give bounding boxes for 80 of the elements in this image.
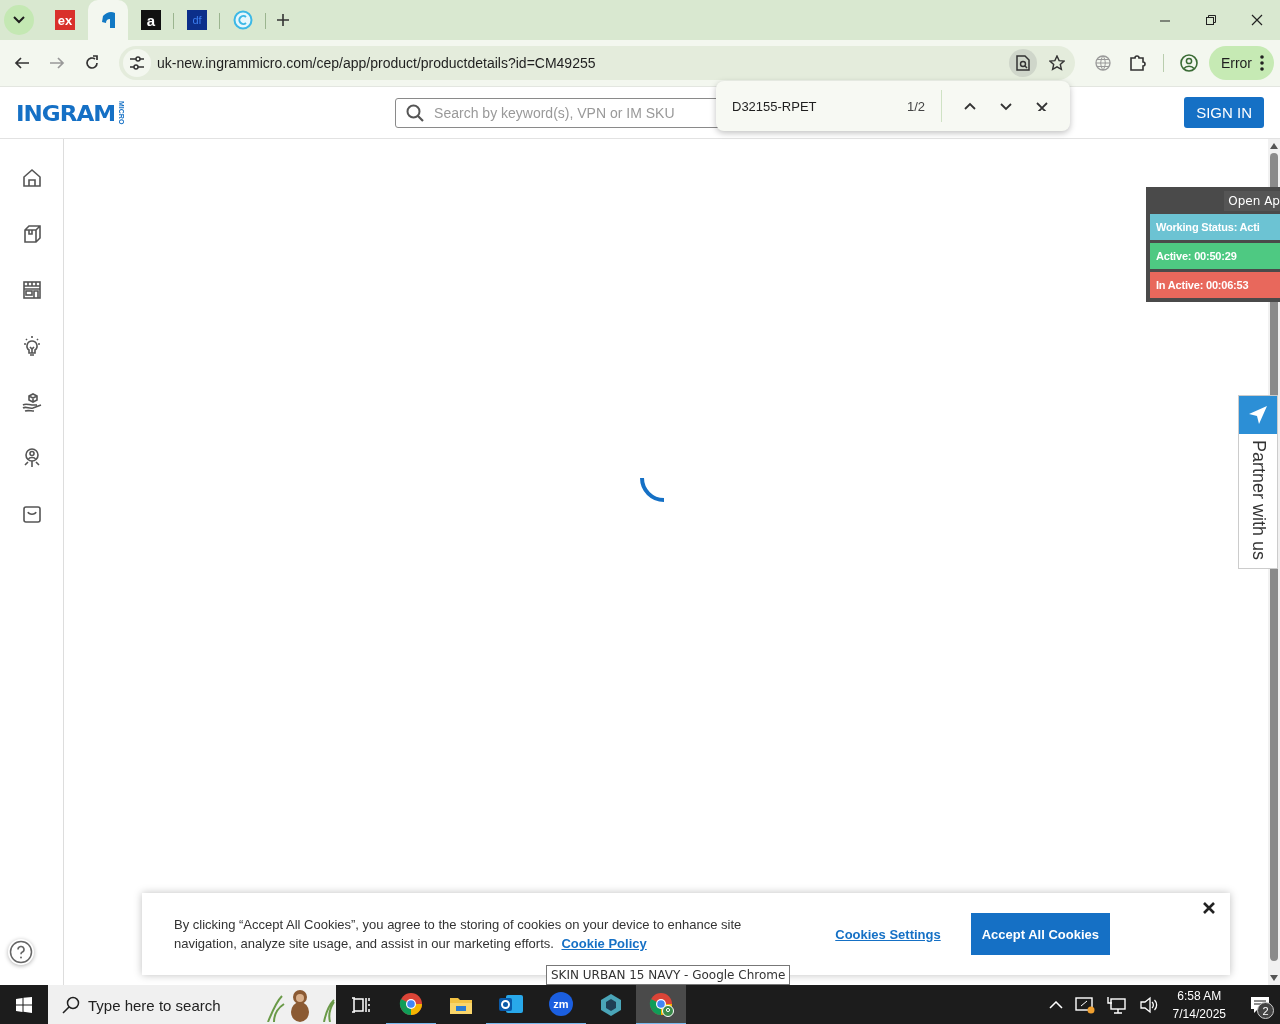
- find-in-page-button[interactable]: [1009, 49, 1037, 77]
- paper-plane-icon: [1248, 405, 1268, 425]
- taskbar-clock[interactable]: 6:58 AM 7/14/2025: [1164, 987, 1234, 1023]
- star-icon: [1049, 55, 1065, 71]
- tab-favicon: [99, 10, 117, 30]
- address-bar[interactable]: uk-new.ingrammicro.com/cep/app/product/productdetails?id=CM49255: [119, 46, 1075, 80]
- clock-time: 6:58 AM: [1177, 988, 1222, 1005]
- clock-date: 7/14/2025: [1172, 1006, 1226, 1023]
- back-arrow-icon: [13, 55, 30, 71]
- scroll-down-icon: [1270, 975, 1278, 981]
- sliders-icon: [129, 56, 145, 70]
- tab-favicon: df: [187, 10, 207, 30]
- taskbar-app-button[interactable]: [636, 985, 686, 1024]
- chrome-profile-icon: [648, 991, 674, 1017]
- cube-app-icon: [598, 992, 624, 1018]
- browser-tab[interactable]: a: [128, 0, 174, 40]
- scroll-up-icon: [1270, 143, 1278, 149]
- caret-icon: [13, 16, 25, 24]
- cookie-notice-text: By clicking “Accept All Cookies”, you agree to the storing of cookies on your device to enhance site navigation, analyze site usage, and assist in our marketing efforts. Cookie Policy: [174, 916, 743, 953]
- mail-app-icon: [498, 992, 524, 1016]
- match-count: 1/2: [906, 98, 925, 114]
- accept-cookies-button[interactable]: Accept All Cookies: [970, 913, 1110, 955]
- task-view-icon: [351, 996, 371, 1014]
- cookies-settings-link[interactable]: Cookies Settings: [831, 922, 945, 946]
- taskbar-search-field[interactable]: Type here to search: [48, 985, 336, 1024]
- close-icon: [1251, 14, 1263, 26]
- window-tooltip: SKIN URBAN 15 NAVY - Google Chrome: [546, 965, 791, 985]
- browser-tab[interactable]: [88, 0, 128, 40]
- forward-arrow-icon: [48, 55, 65, 71]
- hand-box-icon: [20, 391, 43, 413]
- tab-search-button[interactable]: [4, 5, 34, 35]
- notification-count: 2: [1257, 1002, 1274, 1019]
- more-vertical-icon: [1260, 55, 1265, 71]
- action-center-button[interactable]: 2: [1240, 985, 1280, 1024]
- restore-icon: [1205, 14, 1217, 26]
- document-search-icon: [1016, 55, 1030, 71]
- puzzle-icon: [1128, 54, 1147, 72]
- globe-icon: [1094, 55, 1111, 71]
- storefront-icon: [20, 279, 43, 301]
- tab-favicon: a: [141, 10, 161, 30]
- search-icon: [62, 996, 80, 1014]
- home-icon: [20, 167, 43, 189]
- tab-favicon: [233, 10, 253, 30]
- find-query-field[interactable]: D32155-RPET: [732, 98, 907, 114]
- logo-wordmark: INGRAM: [16, 100, 116, 125]
- question-mark-icon: [9, 940, 33, 964]
- close-icon: [1202, 901, 1216, 915]
- folder-icon: [449, 995, 473, 1015]
- chrome-icon: [398, 991, 424, 1017]
- search-icon: [406, 103, 425, 122]
- zoom-app-icon: zm: [549, 992, 573, 1016]
- tab-favicon: ex: [55, 10, 75, 30]
- monitor-sync-icon: [1074, 996, 1095, 1014]
- chevron-up-icon: [964, 101, 976, 111]
- url-text: uk-new.ingrammicro.com/cep/app/product/productdetails?id=CM49255: [157, 55, 597, 71]
- tracker-status-row: Working Status: Acti: [1150, 214, 1280, 240]
- shopping-bag-icon: [20, 503, 43, 525]
- loading-spinner: [640, 476, 666, 502]
- monkey-illustration: [264, 988, 336, 1022]
- tracker-status-row: In Active: 00:06:53: [1150, 272, 1280, 298]
- network-icon: [1106, 996, 1127, 1014]
- chevron-up-icon: [1048, 1001, 1063, 1009]
- help-button[interactable]: [8, 939, 34, 965]
- reload-icon: [83, 55, 100, 71]
- site-info-button[interactable]: [123, 49, 151, 77]
- taskbar-app-button[interactable]: zm: [536, 985, 586, 1024]
- partner-with-us-label: Partner with us: [1247, 439, 1269, 563]
- person-circle-icon: [1180, 54, 1199, 72]
- cookie-policy-link[interactable]: Cookie Policy: [561, 936, 647, 951]
- error-menu-button[interactable]: Error: [1208, 46, 1275, 80]
- sign-in-button[interactable]: SIGN IN: [1184, 97, 1264, 128]
- windows-logo-icon: [16, 997, 32, 1013]
- close-icon: [1036, 101, 1048, 111]
- tracker-status-row: Active: 00:50:29: [1150, 243, 1280, 269]
- plus-icon: [276, 13, 290, 27]
- open-app-button[interactable]: Open Ap: [1224, 191, 1280, 211]
- partner-with-us-tab[interactable]: Partner with us: [1238, 395, 1278, 570]
- speaker-icon: [1138, 996, 1159, 1014]
- chevron-down-icon: [1000, 101, 1012, 111]
- browser-tab[interactable]: ex: [42, 0, 88, 40]
